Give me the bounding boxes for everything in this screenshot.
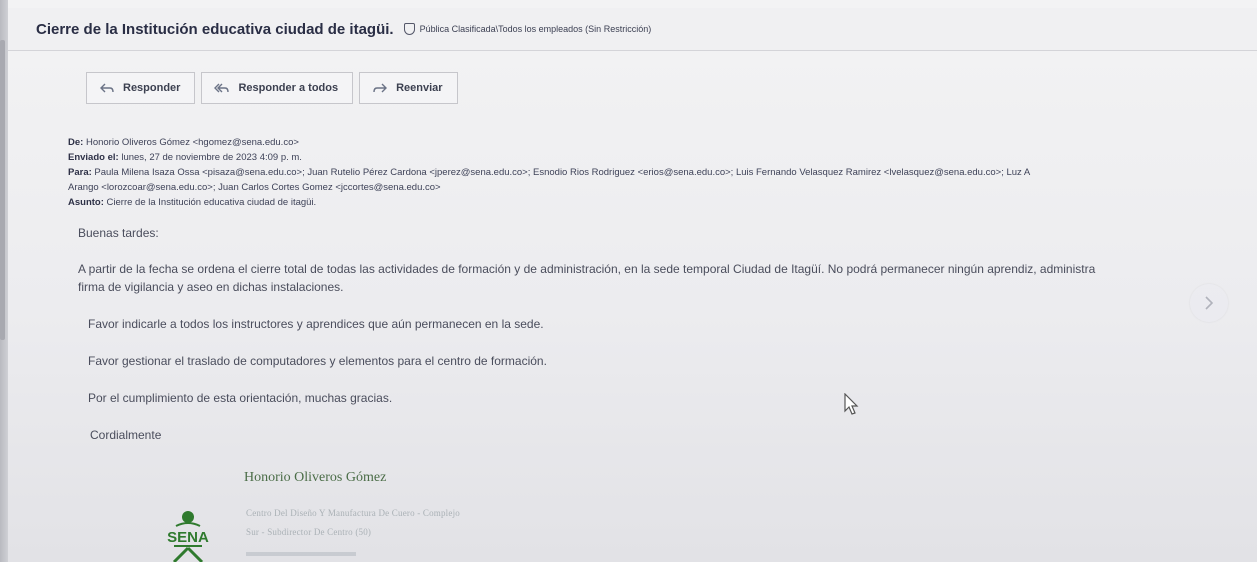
reply-all-icon [214, 83, 230, 93]
forward-icon [373, 83, 388, 93]
next-image-button[interactable] [1190, 284, 1228, 322]
sent-row: Enviado el: lunes, 27 de noviembre de 20… [68, 150, 1257, 165]
scrollbar-thumb[interactable] [0, 40, 5, 340]
sent-label: Enviado el: [68, 152, 119, 163]
email-reading-pane: Cierre de la Institución educativa ciuda… [8, 0, 1257, 562]
greeting: Buenas tardes: [78, 226, 159, 240]
sent-value: lunes, 27 de noviembre de 2023 4:09 p. m… [121, 152, 302, 163]
to-row-continued: Arango <lorozcoar@sena.edu.co>; Juan Car… [68, 180, 1257, 195]
classification-label[interactable]: Pública Clasificada\Todos los empleados … [420, 24, 652, 34]
subject-label: Asunto: [68, 197, 104, 208]
to-label: Para: [68, 167, 92, 178]
reply-all-label: Responder a todos [238, 82, 339, 94]
to-value-continued[interactable]: Arango <lorozcoar@sena.edu.co>; Juan Car… [68, 182, 441, 193]
sena-logo: SENA [148, 506, 228, 562]
mouse-cursor-icon [844, 393, 859, 415]
signature-line-1: Centro Del Diseño Y Manufactura De Cuero… [246, 508, 460, 518]
subject-row: Asunto: Cierre de la Institución educati… [68, 195, 1257, 210]
reply-button[interactable]: Responder [86, 72, 196, 104]
closing: Cordialmente [90, 428, 162, 442]
from-label: De: [68, 137, 84, 148]
message-header: De: Honorio Oliveros Gómez <hgomez@sena.… [68, 135, 1257, 210]
paragraph-4: Por el cumplimiento de esta orientación,… [88, 391, 393, 405]
reply-label: Responder [123, 82, 181, 94]
signature-name: Honorio Oliveros Gómez [244, 470, 387, 485]
sena-logo-text: SENA [167, 529, 209, 546]
left-scroll-strip [0, 0, 8, 562]
reply-icon [100, 83, 114, 93]
paragraph-2: Favor indicarle a todos los instructores… [88, 317, 544, 331]
from-row: De: Honorio Oliveros Gómez <hgomez@sena.… [68, 135, 1257, 150]
signature-line-2: Sur - Subdirector De Centro (50) [246, 527, 372, 537]
to-value[interactable]: Paula Milena Isaza Ossa <pisaza@sena.edu… [94, 167, 1030, 178]
reply-all-button[interactable]: Responder a todos [201, 72, 354, 104]
paragraph-1-line-2: firma de vigilancia y aseo en dichas ins… [78, 280, 344, 294]
paragraph-1-line-1: A partir de la fecha se ordena el cierre… [78, 262, 1096, 276]
subject-value: Cierre de la Institución educativa ciuda… [106, 197, 317, 208]
forward-label: Reenviar [396, 82, 443, 94]
forward-button[interactable]: Reenviar [359, 72, 458, 104]
from-value[interactable]: Honorio Oliveros Gómez <hgomez@sena.edu.… [86, 137, 299, 148]
subject-bar: Cierre de la Institución educativa ciuda… [8, 8, 1257, 51]
message-toolbar: Responder Responder a todos Reenviar [86, 72, 458, 104]
signature-underline [246, 552, 356, 556]
paragraph-3: Favor gestionar el traslado de computado… [88, 354, 547, 368]
chevron-right-icon [1205, 296, 1214, 310]
shield-icon [403, 23, 415, 35]
to-row: Para: Paula Milena Isaza Ossa <pisaza@se… [68, 165, 1257, 180]
email-subject-title: Cierre de la Institución educativa ciuda… [36, 20, 394, 38]
